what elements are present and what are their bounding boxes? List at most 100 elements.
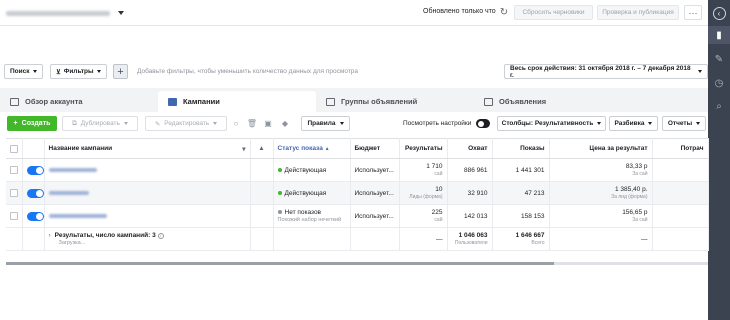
review-publish-button[interactable]: Проверка и публикация	[597, 5, 679, 20]
trash-icon[interactable]: 🗑	[246, 117, 258, 129]
chevron-down-icon	[213, 122, 218, 125]
tab-ad-sets[interactable]: Группы объявлений	[316, 91, 474, 112]
rules-dropdown[interactable]: Правила	[301, 116, 350, 131]
create-label: Создать	[21, 120, 51, 127]
filters-button[interactable]: ⊻ Фильтры	[50, 64, 107, 79]
horizontal-scrollbar[interactable]	[6, 262, 708, 265]
chevron-down-icon	[32, 70, 37, 73]
row-checkbox-cell[interactable]	[6, 158, 23, 182]
totals-cost: —	[549, 227, 653, 251]
account-selector[interactable]	[6, 6, 128, 20]
duplicate-button[interactable]: ⧉ Дублировать	[62, 116, 138, 131]
cost-sub: За сай	[632, 217, 648, 223]
totals-empty-cell	[350, 227, 400, 251]
table-row[interactable]: Нет показов Похожий набор нечеткий Исполь…	[6, 204, 709, 228]
search-label: Поиск	[10, 68, 30, 75]
spent-cell	[652, 204, 709, 228]
date-range-picker[interactable]: Весь срок действия: 31 октября 2018 г. –…	[504, 64, 708, 79]
warning-cell	[250, 158, 274, 182]
right-rail: ‹ ▮ ✎ ◷ ⌕	[708, 0, 730, 320]
status-text: Нет показов	[284, 209, 322, 216]
row-checkbox[interactable]	[10, 166, 18, 174]
scrollbar-thumb[interactable]	[6, 262, 554, 265]
chevron-right-icon[interactable]: ›	[49, 232, 51, 239]
campaign-toolbar: + Создать ⧉ Дублировать ✎ Редактировать …	[0, 112, 708, 136]
ab-test-icon[interactable]: ○	[230, 117, 242, 129]
reports-dropdown[interactable]: Отчеты	[662, 116, 706, 131]
pencil-icon: ✎	[154, 120, 161, 128]
collapse-rail-button[interactable]: ‹	[708, 4, 730, 22]
table-row[interactable]: Действующая Использует... 1 710 сай 886 9…	[6, 158, 709, 182]
header-reach[interactable]: Охват	[447, 138, 493, 159]
totals-empty-cell	[6, 227, 23, 251]
refresh-icon[interactable]: ↻	[498, 6, 510, 18]
create-button[interactable]: + Создать	[7, 116, 57, 131]
header-results[interactable]: Результаты	[399, 138, 448, 159]
header-cost-per-result[interactable]: Цена за результат	[549, 138, 653, 159]
campaign-name-blurred[interactable]	[48, 191, 89, 195]
filter-icon: ⊻	[56, 68, 61, 76]
status-cell: Нет показов Похожий набор нечеткий	[273, 204, 351, 228]
row-checkbox-cell[interactable]	[6, 181, 23, 205]
breakdown-dropdown[interactable]: Разбивка	[609, 116, 658, 131]
warning-icon: ▲	[258, 145, 265, 152]
chevron-down-icon	[96, 70, 101, 73]
row-checkbox-cell[interactable]	[6, 204, 23, 228]
totals-impressions-sub: Всего	[531, 240, 545, 246]
status-cell: Действующая	[273, 158, 351, 182]
warning-cell	[250, 181, 274, 205]
results-cell: 225 сай	[399, 204, 448, 228]
campaign-toggle[interactable]	[26, 188, 43, 198]
view-settings-toggle[interactable]	[476, 119, 490, 128]
campaign-name-cell[interactable]	[44, 181, 251, 205]
campaign-name-cell[interactable]	[44, 204, 251, 228]
pencil-icon[interactable]: ✎	[708, 50, 730, 68]
header-delivery-status[interactable]: Статус показа ▲	[273, 138, 351, 159]
chart-icon[interactable]: ▮	[708, 26, 730, 44]
search-button[interactable]: Поиск	[4, 64, 43, 79]
tag-icon[interactable]: ◆	[279, 117, 291, 129]
campaign-name-blurred[interactable]	[48, 168, 97, 172]
campaign-name-blurred[interactable]	[48, 214, 107, 218]
tab-campaigns[interactable]: Кампании	[158, 91, 316, 112]
clock-icon[interactable]: ◷	[708, 74, 730, 92]
campaign-name-cell[interactable]	[44, 158, 251, 182]
status-text: Действующая	[284, 189, 327, 197]
duplicate-label: Дублировать	[80, 120, 120, 127]
discard-drafts-button[interactable]: Сбросить черновики	[514, 5, 593, 20]
overview-icon	[10, 97, 19, 106]
header-label: Название кампании	[48, 144, 113, 152]
filters-label: Фильтры	[63, 68, 94, 75]
tab-ads[interactable]: Объявления	[474, 91, 632, 112]
more-options-button[interactable]: ···	[684, 5, 702, 20]
header-impressions[interactable]: Показы	[492, 138, 550, 159]
row-checkbox[interactable]	[10, 189, 18, 197]
budget-cell: Использует...	[350, 204, 400, 228]
results-cell: 10 Лиды (форма)	[399, 181, 448, 205]
columns-label: Столбцы: Результативность	[501, 120, 594, 127]
edit-button[interactable]: ✎ Редактировать	[145, 116, 227, 131]
sort-caret-icon[interactable]: ▾	[242, 145, 245, 153]
totals-label: Результаты, число кампаний: 3	[54, 232, 156, 239]
row-checkbox[interactable]	[10, 212, 18, 220]
status-dot-icon	[277, 190, 282, 195]
header-budget[interactable]: Бюджет	[350, 138, 400, 159]
add-filter-button[interactable]: +	[113, 64, 128, 79]
filter-bar: Поиск ⊻ Фильтры + Добавьте фильтры, чтоб…	[0, 62, 708, 82]
campaign-toggle[interactable]	[26, 211, 43, 221]
tab-account-overview[interactable]: Обзор аккаунта	[0, 91, 158, 112]
header-campaign-name[interactable]: Название кампании ▾	[44, 138, 251, 159]
header-select-all[interactable]	[6, 138, 23, 159]
filter-hint-text[interactable]: Добавьте фильтры, чтобы уменьшить количе…	[137, 68, 358, 75]
select-all-checkbox[interactable]	[10, 144, 18, 153]
info-icon[interactable]: i	[157, 233, 164, 239]
columns-dropdown[interactable]: Столбцы: Результативность	[497, 116, 606, 131]
header-amount-spent[interactable]: Потрач	[652, 138, 709, 159]
chevron-down-icon	[597, 122, 602, 125]
cost-cell: 156,65 р За сай	[549, 204, 653, 228]
table-row[interactable]: Действующая Использует... 10 Лиды (форма)…	[6, 181, 709, 205]
campaigns-table: Название кампании ▾ ▲ Статус показа ▲ Бю…	[6, 138, 709, 251]
campaign-toggle[interactable]	[26, 165, 43, 175]
search-icon[interactable]: ⌕	[708, 97, 730, 115]
preview-icon[interactable]: ▣	[262, 117, 274, 129]
